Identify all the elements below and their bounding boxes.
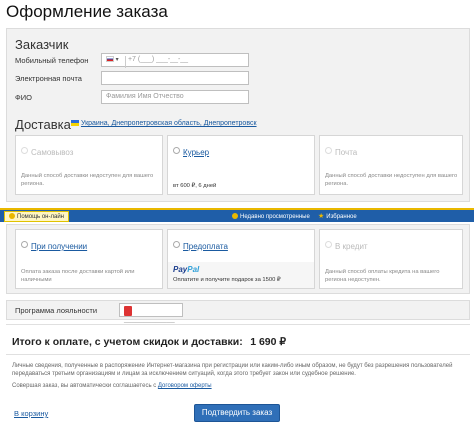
on-delivery-title[interactable]: При получении	[31, 242, 87, 251]
pickup-title: Самовывоз	[31, 148, 74, 157]
email-field[interactable]	[101, 71, 249, 85]
courier-price: вт 600 ₽, 6 дней	[173, 183, 217, 189]
payment-option-credit[interactable]: В кредит Данный способ оплаты кредита на…	[319, 229, 463, 289]
email-label: Электронная почта	[15, 74, 82, 83]
total-row: Итого к оплате, с учетом скидок и достав…	[12, 332, 286, 350]
name-label: ФИО	[15, 93, 32, 102]
loyalty-label: Программа лояльности	[15, 306, 98, 315]
payment-option-prepay[interactable]: Предоплата PayPal Оплатите и получите по…	[167, 229, 315, 289]
phone-placeholder: +7 (___) ___-__-__	[127, 56, 189, 63]
prepay-radio[interactable]	[173, 241, 180, 249]
total-label: Итого к оплате, с учетом скидок и достав…	[12, 336, 243, 348]
delivery-option-courier[interactable]: Курьер вт 600 ₽, 6 дней	[167, 135, 315, 195]
chat-icon	[9, 213, 15, 220]
on-delivery-desc: Оплата заказа после доставки картой или …	[21, 269, 135, 283]
favorites-button[interactable]: ★ Избранное	[314, 212, 361, 222]
total-amount: 1 690 ₽	[250, 336, 287, 348]
prepay-desc: Оплатите и получите подарок за 1500 ₽	[173, 277, 281, 283]
loyalty-field[interactable]: _____________	[119, 303, 183, 323]
recent-viewed-button[interactable]: Недавно просмотренные	[228, 212, 314, 222]
prepay-title[interactable]: Предоплата	[183, 242, 228, 251]
customer-heading: Заказчик	[15, 37, 69, 52]
help-online-button[interactable]: Помощь он-лайн	[4, 211, 69, 222]
confirm-order-button[interactable]: Подтвердить заказ	[194, 404, 280, 422]
delivery-option-post[interactable]: Почта Данный способ доставки недоступен …	[319, 135, 463, 195]
paypal-logo: PayPal	[173, 265, 200, 274]
eye-icon	[232, 213, 238, 220]
offer-agreement-link[interactable]: Договором оферты	[158, 383, 212, 389]
credit-desc: Данный способ оплаты кредита на вашего р…	[325, 269, 440, 283]
region-selector[interactable]: Украина, Днепропетровская область, Днепр…	[71, 120, 257, 127]
credit-radio[interactable]	[325, 241, 332, 249]
agreement-prefix: Совершая заказ, вы автоматически соглаша…	[12, 383, 157, 389]
region-link[interactable]: Украина, Днепропетровская область, Днепр…	[81, 120, 257, 127]
loyalty-card-icon	[124, 306, 132, 316]
ukraine-flag-icon	[71, 120, 79, 127]
courier-title[interactable]: Курьер	[183, 148, 209, 157]
name-field[interactable]: Фамилия Имя Отчество	[101, 90, 249, 104]
paypal-box: PayPal Оплатите и получите подарок за 15…	[168, 262, 314, 288]
loyalty-row: Программа лояльности _____________	[6, 300, 470, 323]
star-icon: ★	[318, 213, 325, 220]
divider	[6, 354, 470, 355]
country-code-select[interactable]: ▾	[106, 56, 126, 68]
pickup-desc: Данный способ доставки недоступен для ва…	[21, 173, 154, 187]
pickup-radio[interactable]	[21, 147, 28, 155]
divider	[6, 324, 470, 325]
delivery-option-pickup[interactable]: Самовывоз Данный способ доставки недосту…	[15, 135, 163, 195]
payment-panel: При получении Оплата заказа после достав…	[6, 224, 470, 294]
delivery-heading: Доставка	[15, 117, 71, 132]
privacy-note: Личные сведения, полученные в распоряжен…	[12, 363, 453, 377]
page-title: Оформление заказа	[6, 2, 168, 21]
order-form-panel: Заказчик Мобильный телефон ▾ +7 (___) __…	[6, 28, 470, 202]
phone-field[interactable]: ▾ +7 (___) ___-__-__	[101, 53, 249, 68]
agreement-note: Совершая заказ, вы автоматически соглаша…	[12, 382, 212, 390]
courier-radio[interactable]	[173, 147, 180, 155]
phone-label: Мобильный телефон	[15, 56, 89, 65]
back-to-cart-link[interactable]: В корзину	[14, 409, 48, 418]
post-desc: Данный способ доставки недоступен для ва…	[325, 173, 458, 187]
post-title: Почта	[335, 148, 358, 157]
payment-option-on-delivery[interactable]: При получении Оплата заказа после достав…	[15, 229, 163, 289]
bottom-toolbar: Помощь он-лайн Недавно просмотренные ★ Из…	[0, 208, 474, 222]
post-radio[interactable]	[325, 147, 332, 155]
credit-title: В кредит	[335, 242, 368, 251]
on-delivery-radio[interactable]	[21, 241, 28, 249]
russia-flag-icon	[106, 56, 114, 63]
